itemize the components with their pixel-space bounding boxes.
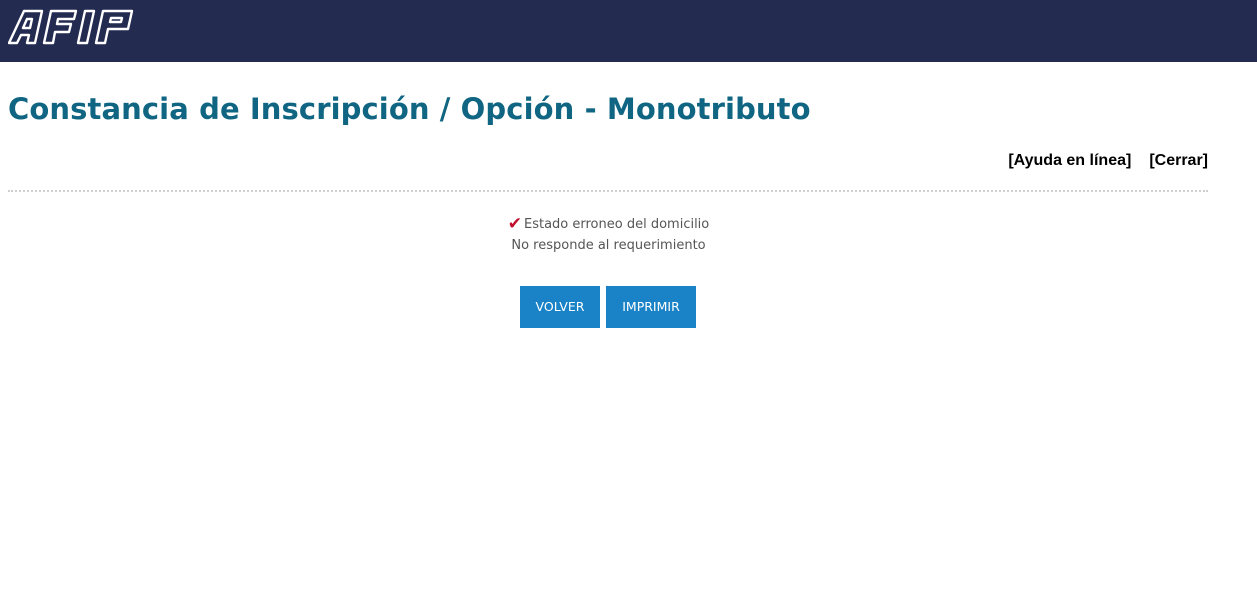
status-line-requirement: No responde al requerimiento [0, 235, 1217, 257]
dotted-divider [8, 190, 1208, 192]
afip-logo [8, 9, 134, 45]
status-address-text: Estado erroneo del domicilio [524, 217, 710, 232]
status-requirement-text: No responde al requerimiento [511, 238, 706, 253]
close-link[interactable]: [Cerrar] [1149, 152, 1208, 169]
page-title: Constancia de Inscripción / Opción - Mon… [8, 92, 811, 126]
checkmark-icon: ✔ [507, 214, 522, 234]
help-link[interactable]: [Ayuda en línea] [1008, 152, 1131, 169]
top-links: [Ayuda en línea] [Cerrar] [1008, 152, 1208, 170]
status-line-address: ✔ Estado erroneo del domicilio [0, 213, 1217, 235]
action-buttons: VOLVER IMPRIMIR [520, 286, 696, 328]
status-messages: ✔ Estado erroneo del domicilio No respond… [0, 213, 1217, 257]
top-bar [0, 0, 1257, 62]
back-button[interactable]: VOLVER [520, 286, 600, 328]
print-button[interactable]: IMPRIMIR [606, 286, 696, 328]
